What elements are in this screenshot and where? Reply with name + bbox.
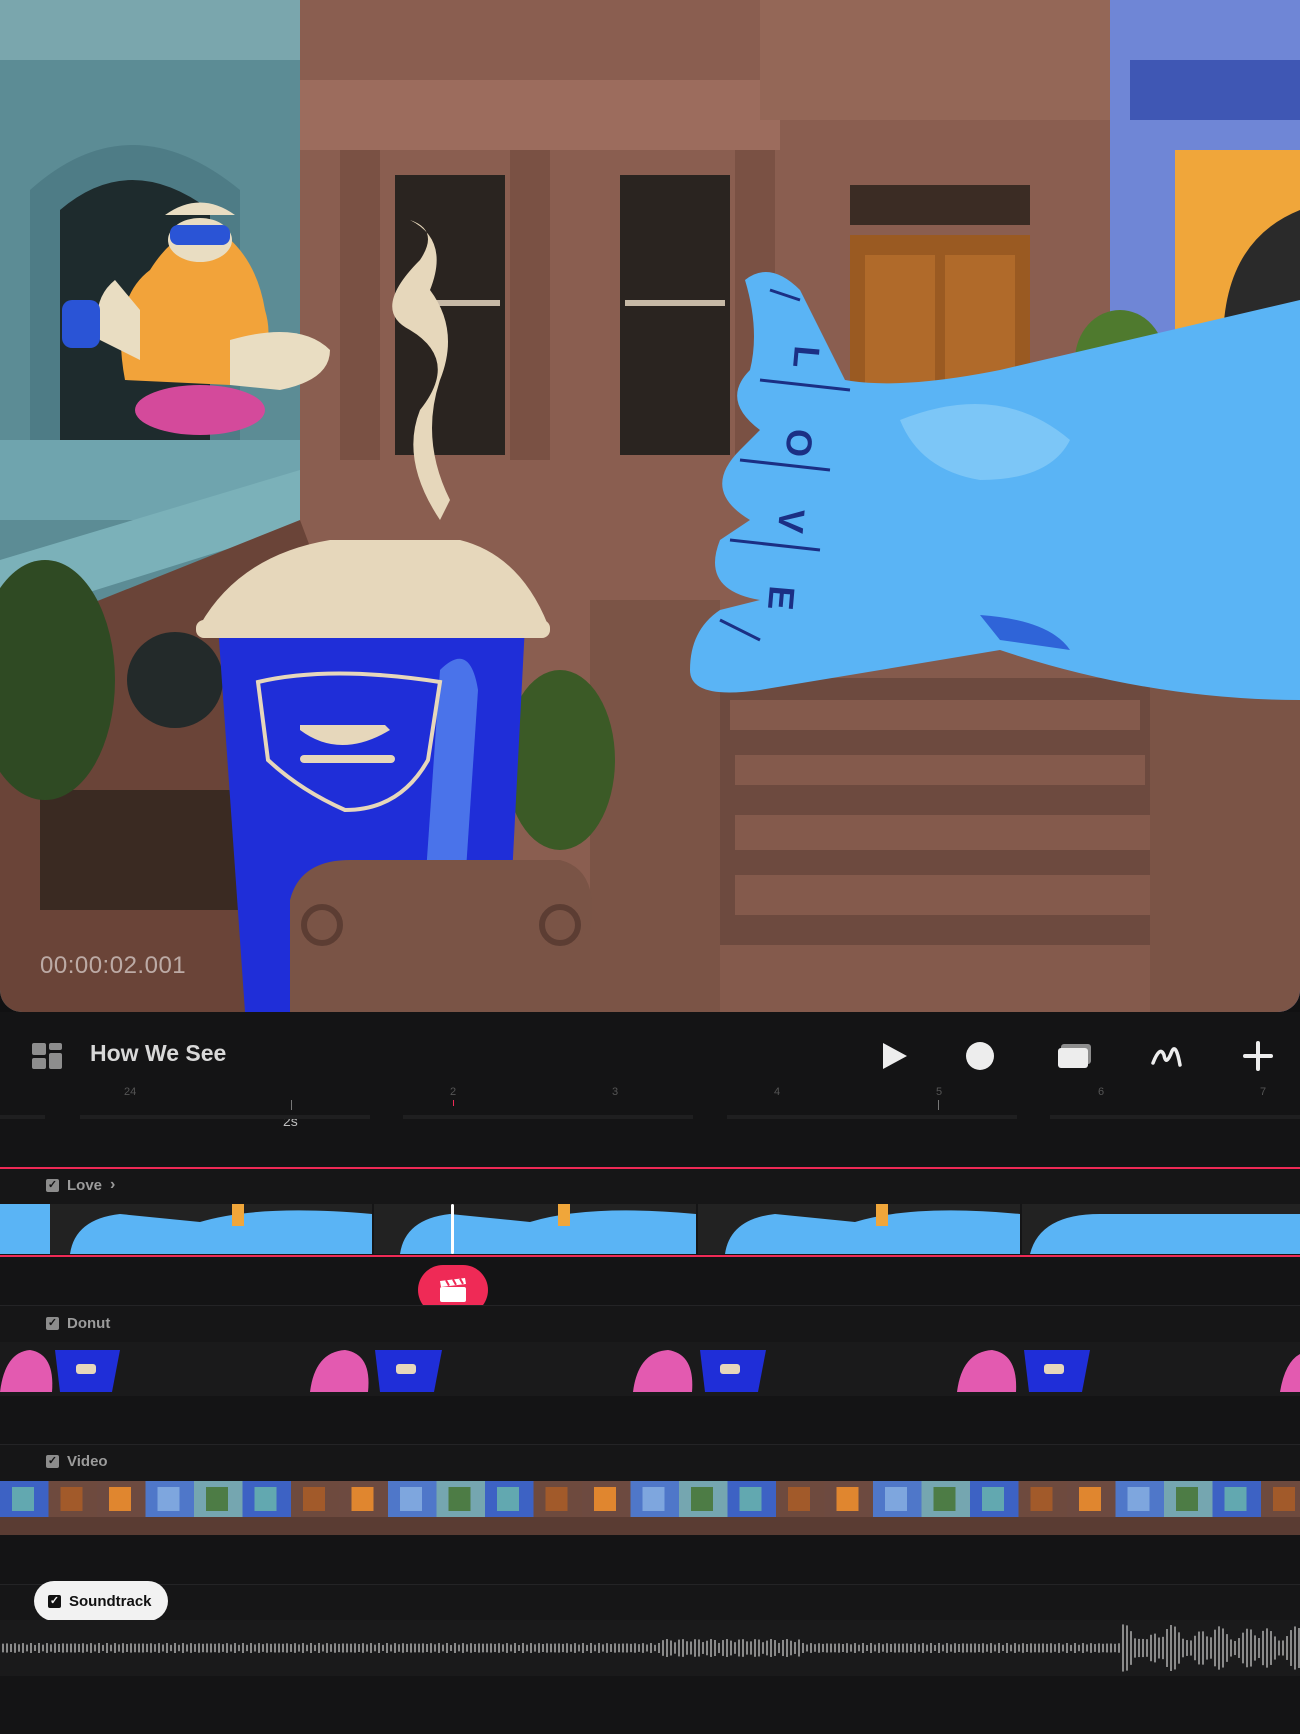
layout-icon[interactable] (30, 1042, 64, 1070)
track-love-checkbox[interactable]: ✓ (46, 1178, 59, 1192)
track-soundtrack-label: Soundtrack (69, 1592, 152, 1610)
track-video-checkbox[interactable]: ✓ (46, 1455, 59, 1468)
record-icon (966, 1042, 994, 1070)
draw-button[interactable] (1142, 1036, 1192, 1076)
audio-waveform (2, 1624, 1300, 1672)
add-button[interactable] (1234, 1036, 1282, 1076)
track-love-label: Love (67, 1176, 103, 1194)
ruler-tick: 3 (612, 1086, 619, 1098)
svg-text:O: O (778, 427, 821, 458)
play-icon (883, 1043, 907, 1069)
ruler-tick: 5 (936, 1086, 943, 1098)
track-soundtrack-waveform[interactable] (0, 1620, 1300, 1676)
track-donut-checkbox[interactable]: ✓ (46, 1317, 59, 1330)
track-love-clips[interactable] (0, 1204, 1300, 1254)
ruler-marker (291, 1100, 292, 1110)
ruler-marker (453, 1100, 454, 1106)
record-button[interactable] (956, 1036, 1004, 1076)
preview-scene: L O V E (0, 0, 1300, 1012)
track-header-video[interactable]: ✓ Video (46, 1453, 108, 1470)
track-donut-label: Donut (67, 1315, 111, 1332)
track-header-donut[interactable]: ✓ Donut (46, 1315, 110, 1332)
track-header-love[interactable]: ✓ Love › (46, 1176, 115, 1194)
ruler-segment (0, 1115, 45, 1119)
play-button[interactable] (870, 1036, 918, 1076)
svg-text:V: V (770, 507, 813, 534)
video-clip-thumbnails (0, 1481, 1300, 1535)
layers-button[interactable] (1050, 1036, 1100, 1076)
svg-text:E: E (760, 584, 803, 611)
track-header-soundtrack[interactable]: ✓ Soundtrack (34, 1581, 168, 1621)
ruler-segment (727, 1115, 1017, 1119)
donut-clip-thumbnails (0, 1342, 1300, 1396)
timecode-overlay: 00:00:02.001 (40, 952, 187, 979)
draw-icon (1151, 1047, 1182, 1067)
track-video-label: Video (67, 1453, 108, 1470)
ruler-tick: 7 (1260, 1086, 1267, 1098)
playhead[interactable] (451, 1204, 454, 1254)
ruler-tick: 2 (450, 1086, 457, 1098)
clapperboard-icon (440, 1278, 466, 1302)
track-donut-clips[interactable] (0, 1342, 1300, 1396)
project-title[interactable]: How We See (90, 1040, 226, 1067)
track-soundtrack-checkbox[interactable]: ✓ (48, 1594, 61, 1608)
ruler-marker (938, 1100, 939, 1110)
ruler-tick: 24 (124, 1086, 137, 1098)
chevron-right-icon[interactable]: › (110, 1176, 115, 1194)
svg-text:L: L (785, 344, 828, 369)
ruler-segment (80, 1115, 370, 1119)
plus-icon (1243, 1041, 1273, 1071)
love-clip-thumbnails (0, 1204, 1300, 1254)
timeline-ruler[interactable]: 24 2 3 4 5 6 7 2s (0, 1078, 1300, 1168)
ruler-segment (1050, 1115, 1300, 1119)
track-video-clips[interactable] (0, 1481, 1300, 1535)
ruler-segment (403, 1115, 693, 1119)
layers-icon (1058, 1044, 1091, 1068)
ruler-tick: 4 (774, 1086, 781, 1098)
preview-canvas[interactable]: L O V E 00:00:02.001 (0, 0, 1300, 1012)
ruler-tick: 6 (1098, 1086, 1105, 1098)
